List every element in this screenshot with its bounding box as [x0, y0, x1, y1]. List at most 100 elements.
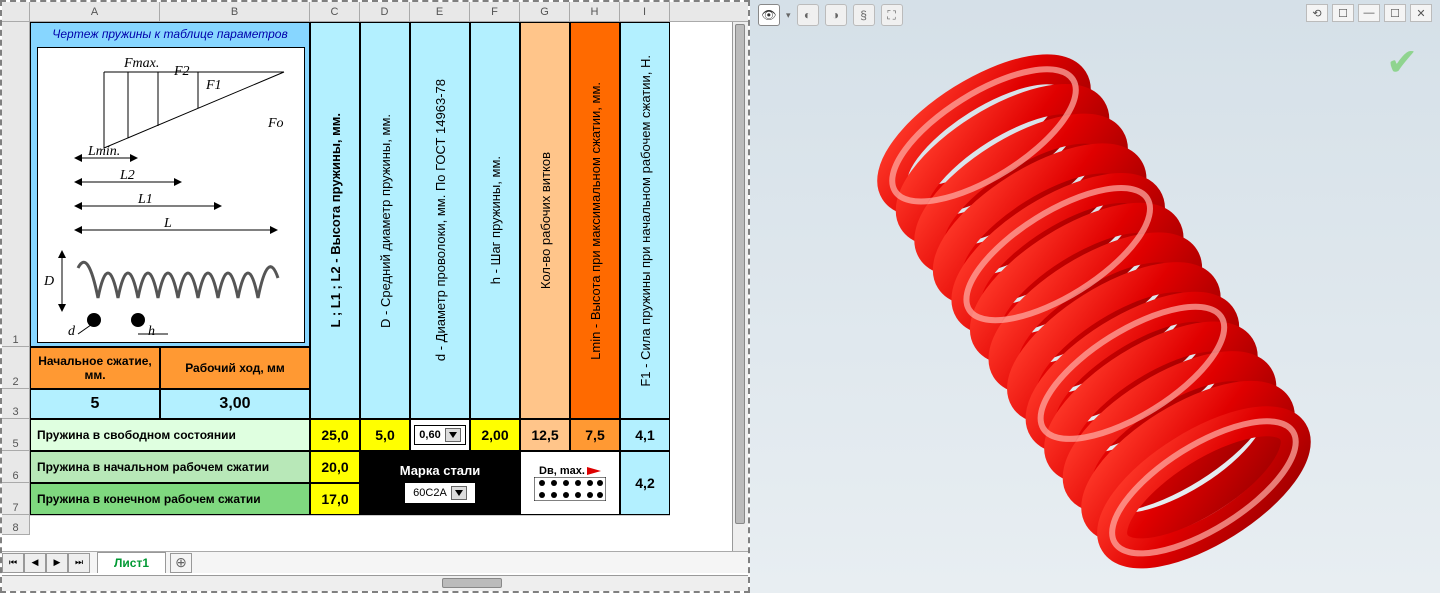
chevron-down-icon [451, 486, 467, 500]
tab-prev-icon[interactable]: ◀ [24, 553, 46, 573]
lbl-lmin: Lmin. [88, 144, 120, 160]
vheader-I[interactable]: F1 - Сила пружины при начальном рабочем … [620, 22, 670, 419]
cell-A2[interactable]: Начальное сжатие, мм. [30, 347, 160, 389]
col-header-E[interactable]: E [410, 2, 470, 21]
horizontal-scrollbar[interactable] [2, 575, 748, 591]
tab-first-icon[interactable]: ⏮ [2, 553, 24, 573]
lbl-l2: L2 [120, 168, 135, 184]
chevron-down-icon [445, 428, 461, 442]
maximize-icon[interactable]: ☐ [1384, 4, 1406, 22]
expand-icon[interactable]: ⛶ [881, 4, 903, 26]
cell-E5-dropdown[interactable]: 0,60 [410, 419, 470, 451]
vheader-D[interactable]: D - Средний диаметр пружины, мм. [360, 22, 410, 419]
sheet-tab-bar: ⏮ ◀ ▶ ⏭ Лист1 ⊕ [2, 551, 748, 573]
arrow-right-icon [587, 466, 601, 476]
spring-sketch: Fmax. F2 F1 Fo Lmin. L2 L1 L D d h [37, 47, 305, 343]
cell-B2[interactable]: Рабочий ход, мм [160, 347, 310, 389]
add-sheet-button[interactable]: ⊕ [170, 553, 192, 573]
col-header-B[interactable]: B [160, 2, 310, 21]
lbl-l1: L1 [138, 192, 153, 208]
hscroll-thumb[interactable] [442, 578, 502, 588]
wire-diameter-value: 0,60 [419, 429, 440, 441]
lbl-l: L [164, 216, 172, 232]
col-header-D[interactable]: D [360, 2, 410, 21]
col-header-A[interactable]: A [30, 2, 160, 21]
sphere-icon[interactable]: ◐ [797, 4, 819, 26]
vheader-F[interactable]: h - Шаг пружины, мм. [470, 22, 520, 419]
cell-AB5[interactable]: Пружина в свободном состоянии [30, 419, 310, 451]
cell-AB7[interactable]: Пружина в конечном рабочем сжатии [30, 483, 310, 515]
steel-grade-value: 60С2А [413, 487, 447, 499]
lbl-d: d [68, 324, 75, 340]
window-icon[interactable]: ☐ [1332, 4, 1354, 22]
row-header-3[interactable]: 3 [2, 389, 30, 419]
steel-label: Марка стали [400, 463, 481, 478]
col-header-G[interactable]: G [520, 2, 570, 21]
cells-area: Чертеж пружины к таблице параметров [30, 22, 698, 535]
cell-A3[interactable]: 5 [30, 389, 160, 419]
row-headers: 1 2 3 5 6 7 8 [2, 22, 30, 535]
lbl-f1: F1 [206, 78, 222, 94]
select-all-cell[interactable] [2, 2, 30, 21]
lbl-fo: Fo [268, 116, 284, 132]
dropdown-arrow-icon[interactable]: ▾ [786, 10, 791, 21]
vscroll-thumb[interactable] [735, 24, 745, 524]
vheader-E[interactable]: d - Диаметр проволоки, мм. По ГОСТ 14963… [410, 22, 470, 419]
vheader-G[interactable]: Кол-во рабочих витков [520, 22, 570, 419]
lbl-h: h [148, 324, 155, 340]
vheader-H[interactable]: Lmin - Высота при максимальном сжатии, м… [570, 22, 620, 419]
3d-viewer-pane: 👁 ▾ ◐ ◑ § ⛶ ⟲ ☐ — ☐ ✕ ✔ [750, 0, 1440, 593]
vheader-C[interactable]: L ; L1 ; L2 - Высота пружины, мм. [310, 22, 360, 419]
wire-diameter-select[interactable]: 0,60 [414, 425, 465, 445]
cell-C7[interactable]: 17,0 [310, 483, 360, 515]
cell-GH67[interactable]: Dв, max. [520, 451, 620, 515]
row-header-8[interactable]: 8 [2, 515, 30, 535]
cell-C6[interactable]: 20,0 [310, 451, 360, 483]
tab-next-icon[interactable]: ▶ [46, 553, 68, 573]
lbl-f2: F2 [174, 64, 190, 80]
spreadsheet-pane: A B C D E F G H I 1 2 3 5 6 7 8 Чертеж п… [0, 0, 750, 593]
col-header-C[interactable]: C [310, 2, 360, 21]
row-header-5[interactable]: 5 [2, 419, 30, 451]
row-header-2[interactable]: 2 [2, 347, 30, 389]
col-header-H[interactable]: H [570, 2, 620, 21]
cell-G5[interactable]: 12,5 [520, 419, 570, 451]
diagram-title: Чертеж пружины к таблице параметров [31, 23, 309, 45]
minimize-icon[interactable]: — [1358, 4, 1380, 22]
checkmark-icon: ✔ [1386, 40, 1418, 85]
cell-D5[interactable]: 5,0 [360, 419, 410, 451]
row-header-6[interactable]: 6 [2, 451, 30, 483]
column-headers-row: A B C D E F G H I [2, 2, 748, 22]
window-controls: ⟲ ☐ — ☐ ✕ [1306, 4, 1432, 22]
steel-grade-select[interactable]: 60С2А [404, 482, 476, 504]
vertical-scrollbar[interactable] [732, 22, 748, 551]
dmax-label: Dв, max. [539, 465, 585, 477]
eye-icon[interactable]: 👁 [758, 4, 780, 26]
lbl-fmax: Fmax. [124, 56, 159, 72]
cell-B3[interactable]: 3,00 [160, 389, 310, 419]
lbl-D: D [44, 274, 54, 290]
sheet-tab-1[interactable]: Лист1 [97, 552, 166, 573]
viewer-toolbar: 👁 ▾ ◐ ◑ § ⛶ [758, 4, 903, 26]
row-8[interactable] [30, 515, 670, 535]
cell-F5[interactable]: 2,00 [470, 419, 520, 451]
cell-H5[interactable]: 7,5 [570, 419, 620, 451]
sphere2-icon[interactable]: ◑ [825, 4, 847, 26]
spring-icon[interactable]: § [853, 4, 875, 26]
col-header-I[interactable]: I [620, 2, 670, 21]
cell-AB6[interactable]: Пружина в начальном рабочем сжатии [30, 451, 310, 483]
cell-C5[interactable]: 25,0 [310, 419, 360, 451]
steel-grade-block: Марка стали 60С2А [360, 451, 520, 515]
spring-3d-render[interactable] [810, 40, 1370, 570]
cell-I67[interactable]: 4,2 [620, 451, 670, 515]
restore-icon[interactable]: ⟲ [1306, 4, 1328, 22]
col-header-F[interactable]: F [470, 2, 520, 21]
tab-nav-buttons: ⏮ ◀ ▶ ⏭ [2, 553, 97, 573]
row-header-7[interactable]: 7 [2, 483, 30, 515]
tab-last-icon[interactable]: ⏭ [68, 553, 90, 573]
row-header-1[interactable]: 1 [2, 22, 30, 347]
cell-I5[interactable]: 4,1 [620, 419, 670, 451]
diagram-cell[interactable]: Чертеж пружины к таблице параметров [30, 22, 310, 347]
close-icon[interactable]: ✕ [1410, 4, 1432, 22]
spring-cross-section-icon [534, 477, 606, 501]
